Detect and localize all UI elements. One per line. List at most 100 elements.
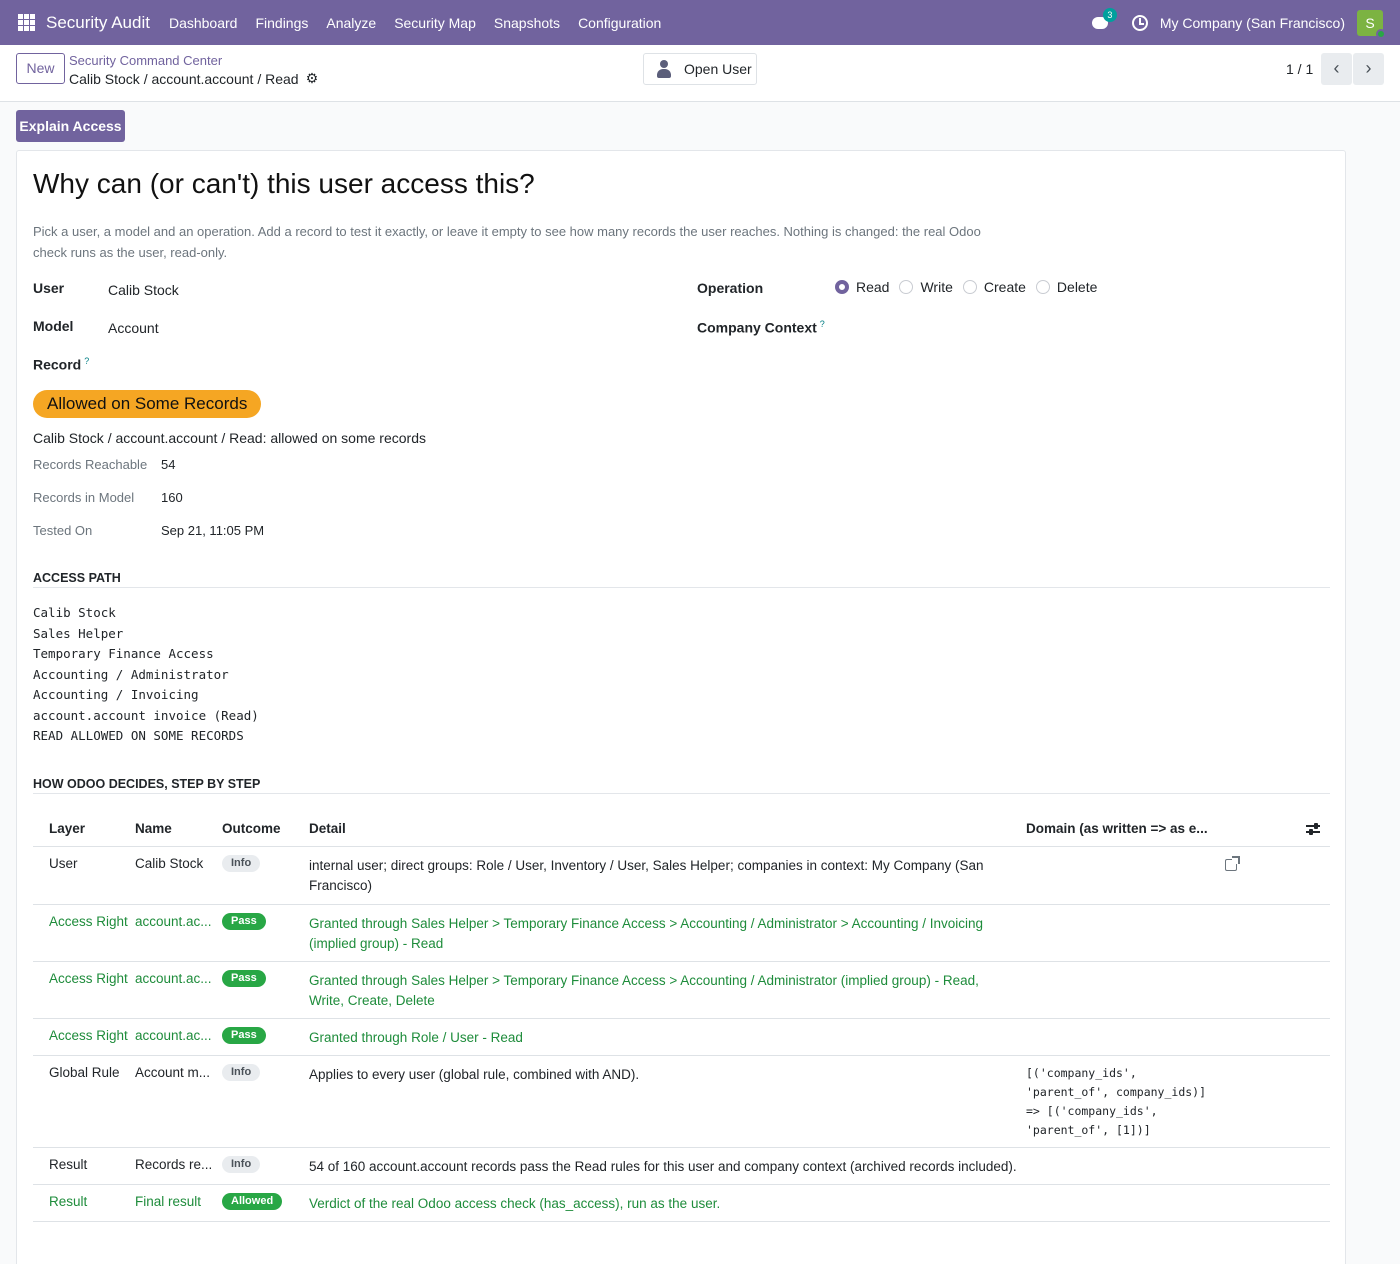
breadcrumb-current: Calib Stock / account.account / Read ⚙	[69, 70, 318, 87]
company-context-help-icon[interactable]: ?	[820, 319, 825, 329]
external-link-icon[interactable]	[1225, 856, 1240, 871]
online-status-icon	[1376, 28, 1386, 39]
cell-layer: Result	[49, 1194, 88, 1209]
pager-previous-button[interactable]: ‹	[1321, 53, 1352, 85]
column-name[interactable]: Name	[135, 821, 172, 836]
cell-detail: Verdict of the real Odoo access check (h…	[309, 1196, 721, 1211]
table-row[interactable]: User Calib Stock Info internal user; dir…	[33, 847, 1330, 905]
company-context-label: Company Context?	[697, 319, 825, 336]
cell-name: account.ac...	[135, 971, 212, 986]
user-avatar[interactable]: S	[1357, 9, 1386, 39]
radio-delete[interactable]: Delete	[1035, 279, 1098, 295]
cell-detail: Applies to every user (global rule, comb…	[309, 1067, 640, 1082]
control-panel: New Security Command Center Calib Stock …	[0, 45, 1400, 102]
chevron-right-icon: ›	[1365, 58, 1372, 78]
table-row[interactable]: Result Records re... Info 54 of 160 acco…	[33, 1148, 1330, 1185]
radio-unchecked-icon	[1035, 280, 1050, 294]
gear-icon[interactable]: ⚙	[306, 70, 319, 87]
radio-read[interactable]: Read	[835, 279, 889, 295]
cell-name: Calib Stock	[135, 856, 204, 871]
column-domain[interactable]: Domain (as written => as e...	[1026, 821, 1208, 836]
access-path-line: Accounting / Administrator	[33, 666, 229, 682]
radio-create-label: Create	[983, 279, 1026, 295]
record-help-icon[interactable]: ?	[84, 356, 89, 366]
cell-detail: Granted through Sales Helper > Temporary…	[309, 973, 979, 1008]
radio-read-label: Read	[856, 279, 890, 295]
verdict-badge: Allowed on Some Records	[33, 390, 262, 418]
table-header: Layer Name Outcome Detail Domain (as wri…	[33, 811, 1330, 847]
cell-layer: User	[49, 856, 78, 871]
page-title: Why can (or can't) this user access this…	[33, 168, 535, 199]
column-outcome[interactable]: Outcome	[222, 821, 281, 836]
table-row[interactable]: Access Right account.ac... Pass Granted …	[33, 905, 1330, 962]
user-field[interactable]: Calib Stock	[108, 282, 179, 298]
user-label: User	[33, 280, 65, 296]
model-field[interactable]: Account	[108, 320, 159, 336]
breadcrumb-parent[interactable]: Security Command Center	[69, 53, 222, 68]
radio-create[interactable]: Create	[962, 279, 1026, 295]
cell-detail: internal user; direct groups: Role / Use…	[309, 858, 984, 893]
chevron-left-icon: ‹	[1333, 58, 1340, 78]
user-icon	[656, 60, 672, 78]
cell-domain: [('company_ids', 'parent_of', company_id…	[1026, 1066, 1207, 1137]
steps-table: Layer Name Outcome Detail Domain (as wri…	[33, 811, 1330, 1222]
table-row[interactable]: Global Rule Account m... Info Applies to…	[33, 1056, 1330, 1148]
steps-heading: HOW ODOO DECIDES, STEP BY STEP	[33, 777, 261, 791]
activity-clock-icon[interactable]	[1131, 14, 1148, 31]
menu-dashboard[interactable]: Dashboard	[160, 15, 247, 31]
record-label-text: Record	[33, 356, 82, 373]
menu-security-map[interactable]: Security Map	[385, 15, 485, 31]
tested-on-label: Tested On	[33, 523, 93, 538]
explain-access-button[interactable]: Explain Access	[16, 110, 125, 142]
avatar-letter: S	[1365, 14, 1375, 31]
radio-unchecked-icon	[899, 280, 914, 294]
company-context-label-text: Company Context	[697, 319, 817, 336]
column-layer[interactable]: Layer	[49, 821, 85, 836]
access-path-line: Calib Stock	[33, 605, 116, 620]
radio-checked-icon	[835, 280, 849, 294]
cell-name: Records re...	[135, 1157, 213, 1172]
cell-detail: 54 of 160 account.account records pass t…	[309, 1159, 1017, 1174]
access-path-line: Accounting / Invoicing	[33, 687, 199, 702]
access-path-line: account.account invoice (Read)	[33, 707, 259, 723]
menu-analyze[interactable]: Analyze	[317, 15, 385, 31]
menu-snapshots[interactable]: Snapshots	[485, 15, 569, 31]
table-row[interactable]: Result Final result Allowed Verdict of t…	[33, 1185, 1330, 1222]
app-brand[interactable]: Security Audit	[46, 13, 150, 33]
pager-value[interactable]: 1 / 1	[1286, 61, 1313, 77]
verdict-summary: Calib Stock / account.account / Read: al…	[33, 430, 426, 446]
radio-delete-label: Delete	[1056, 279, 1098, 295]
table-row[interactable]: Access Right account.ac... Pass Granted …	[33, 1019, 1330, 1056]
intro-text: Pick a user, a model and an operation. A…	[33, 224, 981, 260]
model-label: Model	[33, 318, 74, 334]
access-path-line: Sales Helper	[33, 625, 124, 641]
menu-findings[interactable]: Findings	[246, 15, 317, 31]
radio-write[interactable]: Write	[899, 279, 953, 295]
records-in-model-label: Records in Model	[33, 490, 135, 505]
breadcrumb-current-label: Calib Stock / account.account / Read	[69, 70, 299, 87]
open-user-button[interactable]: Open User	[643, 53, 757, 85]
tested-on-value: Sep 21, 11:05 PM	[161, 523, 265, 538]
radio-unchecked-icon	[962, 280, 977, 294]
menu-configuration[interactable]: Configuration	[569, 15, 670, 31]
top-navbar: Security Audit Dashboard Findings Analyz…	[0, 0, 1400, 45]
apps-grid-icon[interactable]	[18, 14, 35, 31]
open-user-label: Open User	[684, 61, 752, 77]
access-path-block: Calib Stock Sales Helper Temporary Finan…	[33, 603, 259, 747]
pager-next-button[interactable]: ›	[1353, 53, 1384, 85]
cell-layer: Global Rule	[49, 1065, 120, 1080]
cell-layer: Result	[49, 1157, 88, 1172]
outcome-badge: Info	[222, 855, 261, 872]
section-divider	[33, 793, 1330, 794]
table-row[interactable]: Access Right account.ac... Pass Granted …	[33, 962, 1330, 1019]
new-button[interactable]: New	[16, 53, 65, 84]
optional-columns-icon[interactable]	[1306, 823, 1320, 835]
records-in-model-value: 160	[161, 490, 183, 505]
company-switcher[interactable]: My Company (San Francisco)	[1160, 15, 1345, 31]
column-detail[interactable]: Detail	[309, 821, 346, 836]
outcome-badge: Info	[222, 1064, 261, 1081]
cell-name: account.ac...	[135, 914, 212, 929]
chat-icon[interactable]: 3	[1091, 7, 1117, 33]
records-reachable-label: Records Reachable	[33, 457, 148, 472]
radio-write-label: Write	[920, 279, 953, 295]
